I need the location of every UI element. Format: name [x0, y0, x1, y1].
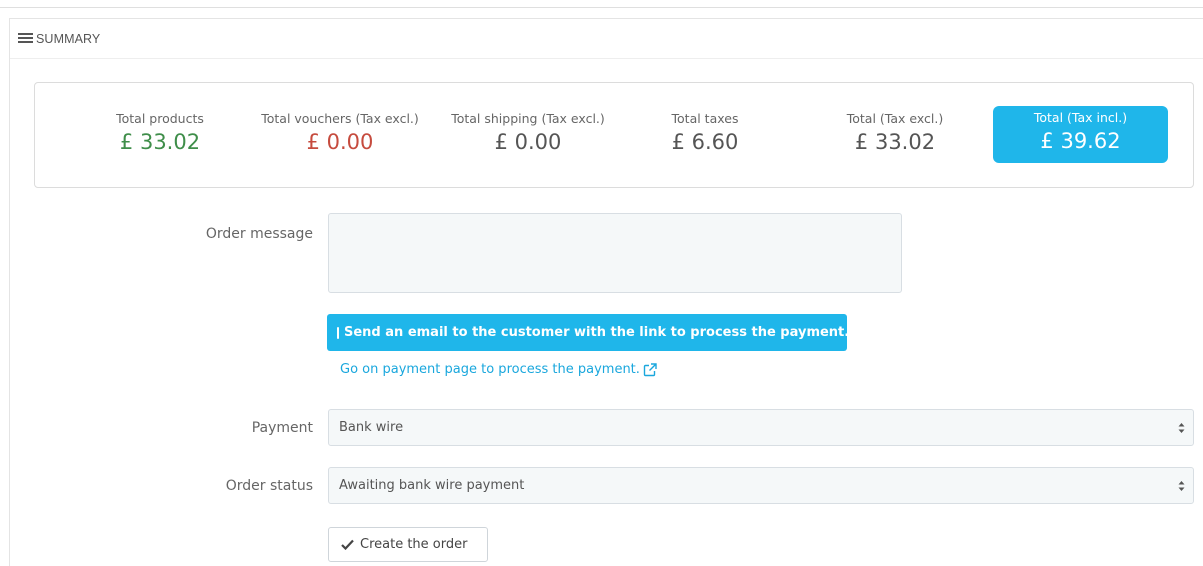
payment-page-link[interactable]: Go on payment page to process the paymen… — [340, 362, 657, 377]
order-status-label: Order status — [225, 478, 313, 494]
create-order-label: Create the order — [360, 537, 468, 552]
total-taxes: Total taxes £ 6.60 — [625, 83, 785, 187]
order-message-input[interactable] — [328, 213, 902, 293]
total-shipping-label: Total shipping (Tax excl.) — [451, 111, 605, 126]
payment-label: Payment — [251, 420, 313, 436]
select-arrows-icon — [1178, 481, 1185, 491]
total-tax-incl-value: £ 39.62 — [1040, 129, 1121, 153]
select-arrows-icon — [1178, 423, 1185, 433]
total-tax-incl: Total (Tax incl.) £ 39.62 — [993, 106, 1168, 163]
external-link-icon — [643, 362, 657, 376]
top-divider — [0, 0, 1203, 8]
credit-card-icon — [337, 326, 339, 339]
payment-selected-value: Bank wire — [339, 420, 404, 435]
total-shipping-value: £ 0.00 — [494, 130, 562, 154]
order-status-select[interactable]: Awaiting bank wire payment — [328, 467, 1194, 504]
total-shipping: Total shipping (Tax excl.) £ 0.00 — [428, 83, 628, 187]
total-vouchers-label: Total vouchers (Tax excl.) — [261, 111, 419, 126]
send-payment-email-button[interactable]: Send an email to the customer with the l… — [327, 314, 850, 351]
total-vouchers-value: £ 0.00 — [306, 130, 374, 154]
total-tax-excl-value: £ 33.02 — [854, 130, 936, 154]
panel-heading: Summary — [10, 19, 1203, 59]
order-status-selected-value: Awaiting bank wire payment — [339, 478, 525, 493]
payment-page-link-label: Go on payment page to process the paymen… — [340, 362, 640, 377]
payment-select[interactable]: Bank wire — [328, 409, 1194, 446]
panel-title: Summary — [36, 31, 101, 46]
send-payment-email-label: Send an email to the customer with the l… — [344, 325, 850, 340]
total-products-value: £ 33.02 — [119, 130, 201, 154]
total-tax-excl-label: Total (Tax excl.) — [846, 111, 944, 126]
total-tax-incl-label: Total (Tax incl.) — [1033, 110, 1128, 125]
total-products: Total products £ 33.02 — [75, 83, 245, 187]
total-vouchers: Total vouchers (Tax excl.) £ 0.00 — [240, 83, 440, 187]
total-tax-excl: Total (Tax excl.) £ 33.02 — [815, 83, 975, 187]
total-taxes-label: Total taxes — [671, 111, 739, 126]
total-taxes-value: £ 6.60 — [671, 130, 739, 154]
order-totals: Total products £ 33.02 Total vouchers (T… — [34, 82, 1194, 188]
check-icon — [341, 539, 354, 550]
create-order-button[interactable]: Create the order — [328, 527, 488, 562]
total-products-label: Total products — [116, 111, 204, 126]
order-message-label: Order message — [205, 226, 313, 242]
list-icon — [18, 33, 33, 44]
